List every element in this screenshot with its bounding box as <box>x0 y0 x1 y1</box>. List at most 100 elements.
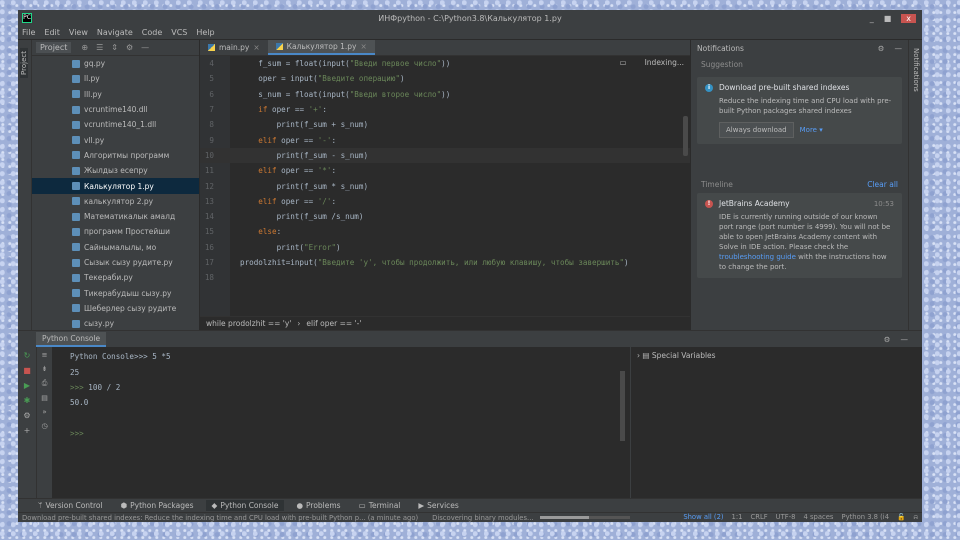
tool-window-button[interactable]: ▶ Services <box>412 500 464 511</box>
tree-item[interactable]: lll.py <box>32 87 199 102</box>
soft-wrap-icon[interactable]: ≡ <box>42 351 48 359</box>
skip-icon[interactable]: » <box>42 408 46 416</box>
hide-icon[interactable]: — <box>141 43 149 52</box>
file-encoding[interactable]: UTF-8 <box>776 513 796 522</box>
code-text[interactable]: print(f_sum + s_num) <box>240 120 368 129</box>
menu-item-file[interactable]: File <box>22 28 35 37</box>
tree-item[interactable]: vcruntime140_1.dll <box>32 117 199 132</box>
breadcrumb-item[interactable]: elif oper == '-' <box>306 319 361 328</box>
menu-item-help[interactable]: Help <box>196 28 214 37</box>
stop-icon[interactable]: ■ <box>23 366 31 375</box>
tree-item[interactable]: vcruntime140.dll <box>32 102 199 117</box>
project-tool-button[interactable]: Project <box>20 48 28 78</box>
editor-scrollbar[interactable] <box>683 116 688 156</box>
notification-bell-icon[interactable]: ⍾ <box>914 513 919 522</box>
code-text[interactable]: elif oper == '*': <box>240 166 336 175</box>
tree-item[interactable]: Математикалык амалд <box>32 209 199 224</box>
tree-item[interactable]: Сызык сызу рудите.ру <box>32 255 199 270</box>
tree-item[interactable]: Алгоритмы программ <box>32 148 199 163</box>
tree-item[interactable]: Текераби.ру <box>32 270 199 285</box>
project-dropdown[interactable]: Project <box>36 42 72 53</box>
collapse-all-icon[interactable]: ☰ <box>96 43 103 52</box>
menu-item-view[interactable]: View <box>69 28 88 37</box>
indent-setting[interactable]: 4 spaces <box>804 513 834 522</box>
notifications-tool-button[interactable]: Notifications <box>912 48 920 92</box>
close-tab-icon[interactable]: × <box>361 42 367 51</box>
tool-window-button[interactable]: ◆ Python Console <box>205 500 285 511</box>
code-text[interactable]: if oper == '+': <box>240 105 327 114</box>
show-all-link[interactable]: Show all (2) <box>683 513 723 522</box>
tree-item[interactable]: Сайнымалылы, мо <box>32 240 199 255</box>
variables-icon[interactable]: ▤ <box>41 394 48 402</box>
more-link[interactable]: More ▾ <box>800 125 823 135</box>
add-console-icon[interactable]: + <box>24 426 31 435</box>
menu-item-navigate[interactable]: Navigate <box>97 28 133 37</box>
code-token: print( <box>240 242 305 252</box>
tree-item[interactable]: gq.py <box>32 56 199 71</box>
console-scrollbar[interactable] <box>620 371 625 441</box>
tree-item[interactable]: калькулятор 2.py <box>32 194 199 209</box>
tool-window-button[interactable]: ⬢ Python Packages <box>115 500 200 511</box>
interpreter-selector[interactable]: Python 3.8 (i4 <box>841 513 889 522</box>
menu-item-code[interactable]: Code <box>142 28 162 37</box>
special-variables-label[interactable]: Special Variables <box>652 351 716 360</box>
tree-item[interactable]: Жылдыз есепру <box>32 163 199 178</box>
target-icon[interactable]: ⊕ <box>81 43 88 52</box>
menu-item-vcs[interactable]: VCS <box>171 28 187 37</box>
tool-window-button[interactable]: ▭ Terminal <box>353 500 407 511</box>
console-text: Python Console>>> 5 *5 <box>70 352 171 362</box>
gear-icon[interactable]: ⚙ <box>878 44 885 53</box>
expand-icon[interactable]: › <box>637 351 640 360</box>
code-text[interactable]: s_num = float(input("Введи второе число"… <box>240 90 450 99</box>
code-text[interactable]: print(f_sum - s_num) <box>240 151 368 160</box>
code-text[interactable]: elif oper == '-': <box>240 136 336 145</box>
history-icon[interactable]: ◷ <box>41 422 47 430</box>
lock-icon[interactable]: 🔓 <box>897 513 905 522</box>
code-text[interactable]: print("Error") <box>240 243 341 252</box>
code-area[interactable]: ▭ Indexing... 4 f_sum = float(input("Вве… <box>200 56 690 316</box>
gear-icon[interactable]: ⚙ <box>126 43 133 52</box>
menu-item-edit[interactable]: Edit <box>44 28 60 37</box>
code-text[interactable]: prodolzhit=input("Введите 'y', чтобы про… <box>240 258 629 267</box>
code-text[interactable]: print(f_sum * s_num) <box>240 182 368 191</box>
code-text[interactable]: elif oper == '/': <box>240 197 336 206</box>
tree-item[interactable]: vll.py <box>32 132 199 147</box>
editor-tab[interactable]: Калькулятор 1.py × <box>267 40 375 55</box>
scroll-to-end-icon[interactable]: ⇟ <box>42 365 48 373</box>
clear-all-link[interactable]: Clear all <box>867 180 898 189</box>
expand-all-icon[interactable]: ⇕ <box>111 43 118 52</box>
code-text[interactable]: else: <box>240 227 281 236</box>
editor-tab[interactable]: main.py × <box>200 40 268 55</box>
troubleshooting-link[interactable]: troubleshooting guide <box>719 253 796 261</box>
breadcrumb-item[interactable]: while prodolzhit == 'y' <box>206 319 291 328</box>
close-tab-icon[interactable]: × <box>253 43 259 52</box>
code-text[interactable]: f_sum = float(input("Введи первое число"… <box>240 59 450 68</box>
status-message[interactable]: Download pre-built shared indexes: Reduc… <box>22 514 418 522</box>
console-output[interactable]: Python Console>>> 5 *5 25 >>> 100 / 2 50.0 >… <box>52 347 630 498</box>
tree-item[interactable]: Шеберлер сызу рудите <box>32 301 199 316</box>
line-number: 11 <box>204 166 214 176</box>
code-token: oper == <box>281 135 318 145</box>
tree-item[interactable]: Тикерабудыш сызу.ру <box>32 285 199 300</box>
tree-item[interactable]: программ Простейши <box>32 224 199 239</box>
tree-item[interactable]: Калькулятор 1.py <box>32 178 199 194</box>
hide-icon[interactable]: — <box>895 44 903 53</box>
tree-item[interactable]: ll.py <box>32 71 199 86</box>
settings-icon[interactable]: ⚙ <box>23 411 30 420</box>
line-separator[interactable]: CRLF <box>751 513 768 522</box>
ide-window: PC ИНФpython - C:\Python3.8\Калькулятор … <box>18 10 922 522</box>
debug-icon[interactable]: ✱ <box>24 396 31 405</box>
caret-position[interactable]: 1:1 <box>732 513 743 522</box>
console-tab[interactable]: Python Console <box>36 331 107 347</box>
print-icon[interactable]: ⎙ <box>42 379 48 388</box>
always-download-button[interactable]: Always download <box>719 122 794 138</box>
code-text[interactable]: oper = input("Введите операцию") <box>240 74 404 83</box>
hide-icon[interactable]: — <box>901 335 909 344</box>
gear-icon[interactable]: ⚙ <box>884 335 891 344</box>
execute-icon[interactable]: ▶ <box>24 381 30 390</box>
tool-window-button[interactable]: ● Problems <box>290 500 346 511</box>
rerun-icon[interactable]: ↻ <box>24 351 31 360</box>
tool-window-button[interactable]: ᛘ Version Control <box>32 500 109 511</box>
python-file-icon <box>72 243 80 252</box>
code-text[interactable]: print(f_sum /s_num) <box>240 212 364 221</box>
